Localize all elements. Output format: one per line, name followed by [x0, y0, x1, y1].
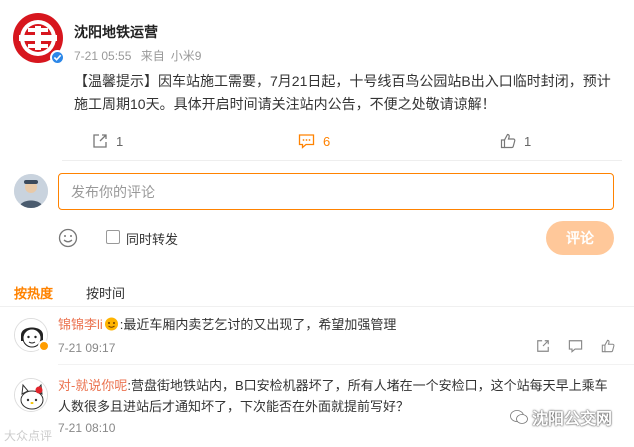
comment-count: 6 — [323, 133, 331, 149]
comment-time: 7-21 09:17 — [58, 341, 116, 355]
emoji-button[interactable] — [58, 228, 78, 248]
submit-comment-button[interactable]: 评论 — [546, 221, 614, 255]
repost-count: 1 — [116, 133, 124, 149]
repost-icon — [93, 134, 107, 148]
repost-checkbox[interactable] — [106, 230, 120, 244]
watermark: 沈阳公交网 — [510, 405, 612, 429]
hello-kitty-avatar-icon — [15, 379, 47, 411]
repost-checkbox-label[interactable]: 同时转发 — [126, 229, 178, 248]
comment-avatar[interactable] — [14, 378, 48, 412]
repost-icon[interactable] — [536, 339, 550, 353]
thumbs-up-icon — [500, 133, 516, 149]
comment-bubble-icon — [298, 134, 315, 149]
verified-badge — [50, 50, 65, 65]
comment-actions — [536, 339, 615, 353]
post-text: 【温馨提示】因车站施工需要，7月21日起，十号线百鸟公园站B出入口临时封闭，预计… — [74, 73, 611, 112]
like-button[interactable]: 1 — [500, 133, 531, 149]
divider — [0, 306, 634, 307]
comment-time: 7-21 08:10 — [58, 421, 116, 435]
thumbs-up-icon[interactable] — [601, 339, 615, 353]
comment-text: :最近车厢内卖艺乞讨的又出现了，希望加强管理 — [119, 317, 397, 332]
tab-sort-time[interactable]: 按时间 — [86, 283, 125, 302]
tab-sort-hot[interactable]: 按热度 — [14, 283, 53, 302]
post-time[interactable]: 7-21 05:55 — [74, 49, 131, 63]
member-badge — [38, 340, 50, 352]
watermark-left: 大众点评 — [4, 429, 53, 443]
post-meta: 7-21 05:55 来自 小米9 — [74, 47, 207, 64]
source-prefix: 来自 — [140, 49, 165, 63]
divider — [58, 364, 634, 365]
verified-check-icon — [53, 54, 62, 61]
comment-bubble-icon[interactable] — [568, 339, 583, 353]
repost-button[interactable]: 1 — [92, 133, 123, 149]
author-name[interactable]: 沈阳地铁运营 — [74, 22, 158, 42]
vip-emoji-icon — [104, 317, 118, 331]
user-photo-icon — [14, 174, 48, 208]
smiley-icon — [58, 228, 78, 248]
post-source: 小米9 — [170, 49, 202, 63]
wechat-icon — [510, 410, 528, 424]
watermark-text: 沈阳公交网 — [532, 411, 613, 428]
comment-text-line: 锦锦李li :最近车厢内卖艺乞讨的又出现了，希望加强管理 — [58, 314, 618, 335]
current-user-avatar[interactable] — [14, 174, 48, 208]
like-count: 1 — [524, 133, 532, 149]
comment-author[interactable]: 锦锦李li — [58, 317, 103, 332]
comment-input[interactable] — [58, 173, 614, 210]
post-action-bar: 1 6 1 — [0, 128, 634, 158]
divider — [62, 160, 622, 161]
comment-author[interactable]: 对-就说你呢 — [58, 378, 127, 393]
comment-button[interactable]: 6 — [298, 133, 330, 149]
